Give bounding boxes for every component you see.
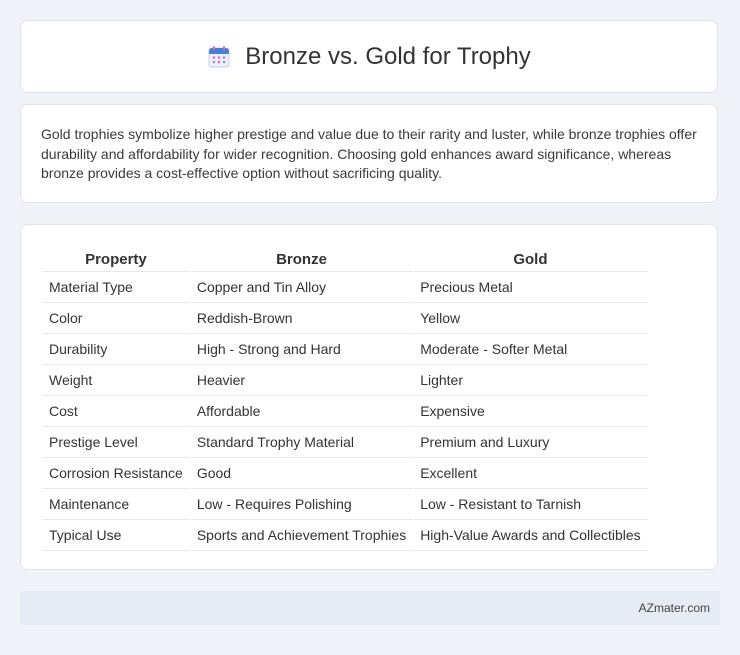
- cell-property: Material Type: [43, 272, 189, 303]
- table-card: Property Bronze Gold Material Type Coppe…: [20, 224, 718, 570]
- cell-gold: Premium and Luxury: [414, 427, 647, 458]
- table-row: Color Reddish-Brown Yellow: [43, 303, 647, 334]
- cell-gold: Yellow: [414, 303, 647, 334]
- header-property: Property: [43, 247, 189, 272]
- header-bronze: Bronze: [190, 247, 413, 272]
- cell-property: Weight: [43, 365, 189, 396]
- intro-card: Gold trophies symbolize higher prestige …: [20, 104, 718, 203]
- table-row: Material Type Copper and Tin Alloy Preci…: [43, 272, 647, 303]
- table-row: Typical Use Sports and Achievement Troph…: [43, 520, 647, 551]
- footer: AZmater.com: [20, 591, 720, 625]
- cell-property: Prestige Level: [43, 427, 189, 458]
- cell-gold: Low - Resistant to Tarnish: [414, 489, 647, 520]
- table-row: Cost Affordable Expensive: [43, 396, 647, 427]
- cell-bronze: Affordable: [190, 396, 413, 427]
- intro-text: Gold trophies symbolize higher prestige …: [41, 126, 697, 181]
- page-title: Bronze vs. Gold for Trophy: [245, 42, 531, 70]
- cell-property: Corrosion Resistance: [43, 458, 189, 489]
- cell-bronze: Good: [190, 458, 413, 489]
- title-card: Bronze vs. Gold for Trophy: [20, 20, 718, 93]
- cell-bronze: Sports and Achievement Trophies: [190, 520, 413, 551]
- cell-gold: Excellent: [414, 458, 647, 489]
- cell-property: Durability: [43, 334, 189, 365]
- table-row: Corrosion Resistance Good Excellent: [43, 458, 647, 489]
- table-row: Weight Heavier Lighter: [43, 365, 647, 396]
- cell-bronze: Reddish-Brown: [190, 303, 413, 334]
- cell-bronze: High - Strong and Hard: [190, 334, 413, 365]
- cell-gold: Lighter: [414, 365, 647, 396]
- table-header-row: Property Bronze Gold: [43, 247, 647, 272]
- cell-bronze: Copper and Tin Alloy: [190, 272, 413, 303]
- cell-property: Cost: [43, 396, 189, 427]
- footer-brand: AZmater.com: [638, 601, 710, 615]
- table-row: Prestige Level Standard Trophy Material …: [43, 427, 647, 458]
- table-row: Maintenance Low - Requires Polishing Low…: [43, 489, 647, 520]
- cell-property: Color: [43, 303, 189, 334]
- calendar-icon: [208, 45, 230, 67]
- cell-property: Typical Use: [43, 520, 189, 551]
- header-gold: Gold: [414, 247, 647, 272]
- title-wrap: Bronze vs. Gold for Trophy: [207, 42, 531, 71]
- cell-bronze: Heavier: [190, 365, 413, 396]
- cell-gold: Expensive: [414, 396, 647, 427]
- cell-gold: Moderate - Softer Metal: [414, 334, 647, 365]
- cell-bronze: Standard Trophy Material: [190, 427, 413, 458]
- cell-gold: High-Value Awards and Collectibles: [414, 520, 647, 551]
- table-row: Durability High - Strong and Hard Modera…: [43, 334, 647, 365]
- cell-bronze: Low - Requires Polishing: [190, 489, 413, 520]
- comparison-table: Property Bronze Gold Material Type Coppe…: [41, 247, 649, 551]
- cell-gold: Precious Metal: [414, 272, 647, 303]
- cell-property: Maintenance: [43, 489, 189, 520]
